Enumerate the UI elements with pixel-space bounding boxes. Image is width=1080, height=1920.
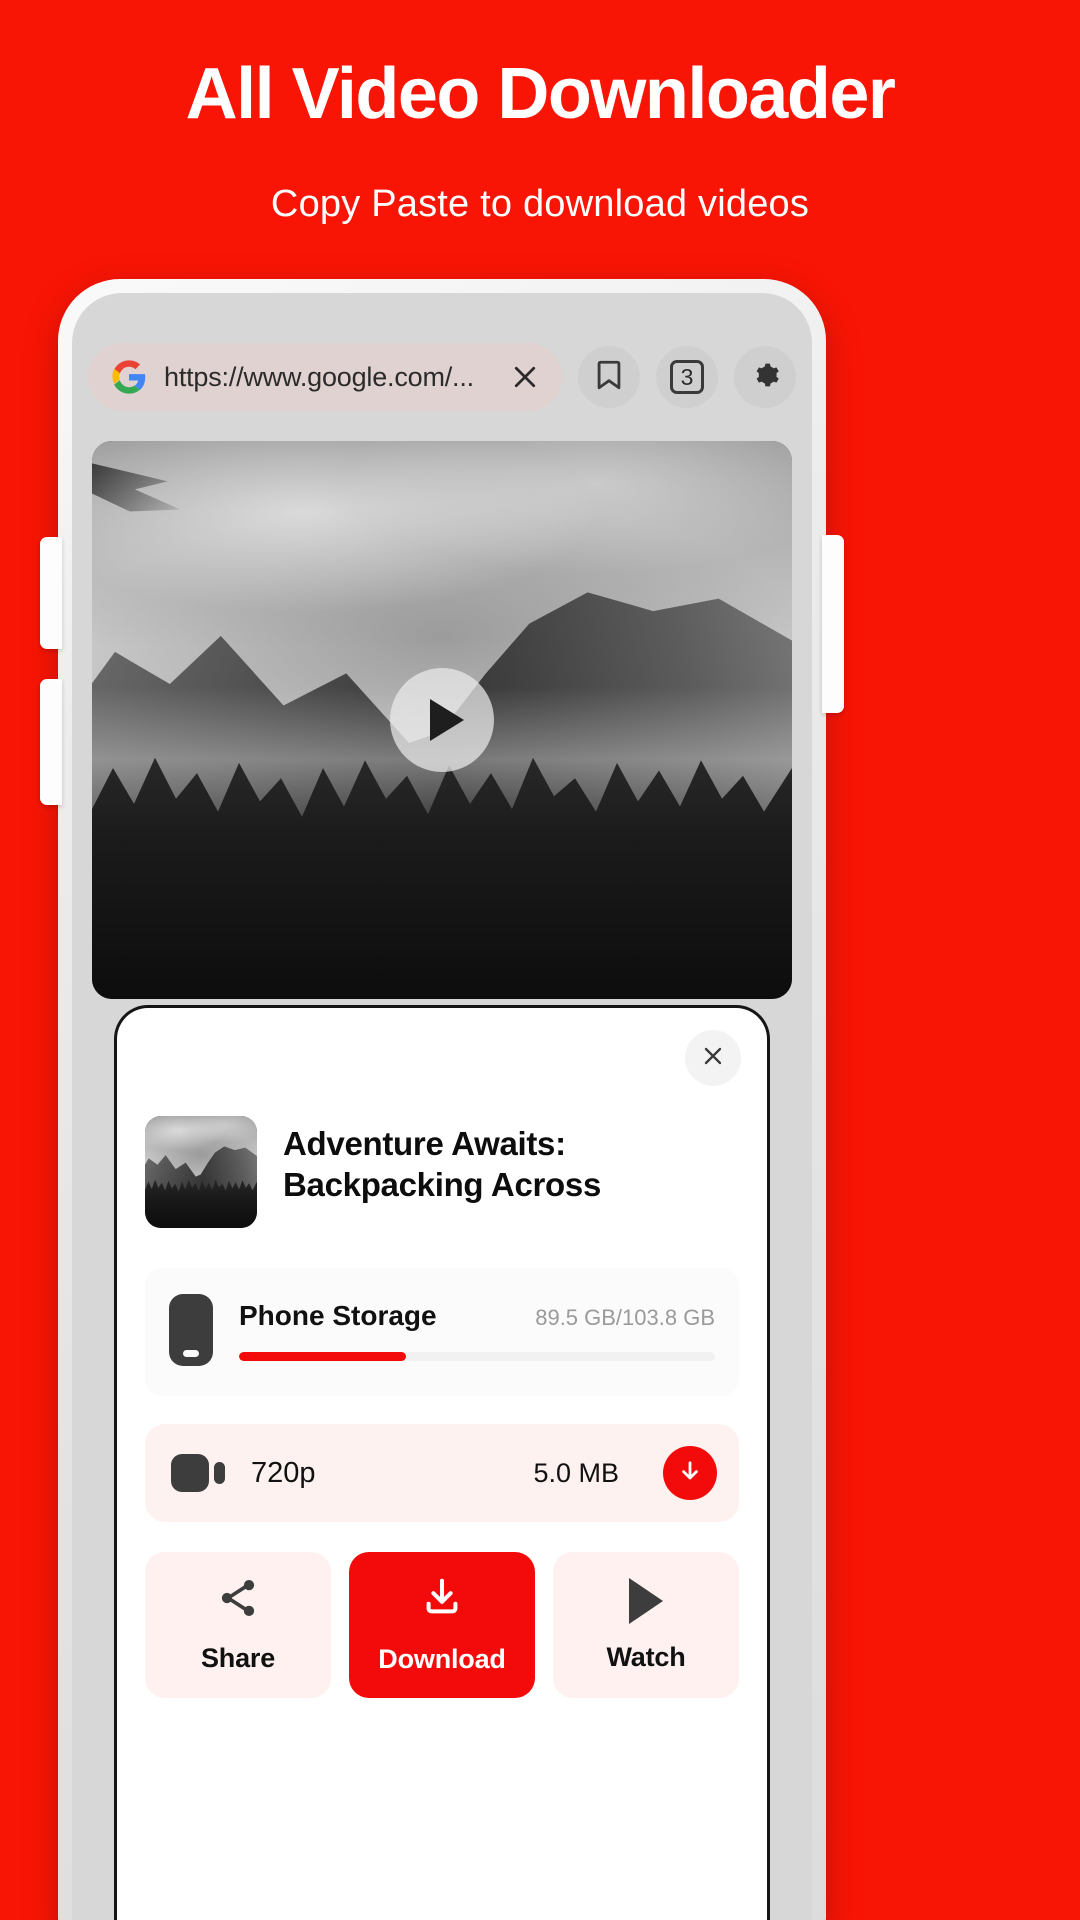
download-arrow-icon: [676, 1457, 704, 1490]
storage-value: 89.5 GB/103.8 GB: [535, 1304, 715, 1330]
storage-label: Phone Storage: [239, 1299, 437, 1331]
phone-icon: [169, 1294, 213, 1366]
share-icon: [216, 1576, 260, 1625]
download-icon: [419, 1575, 465, 1626]
google-g-icon: [112, 360, 146, 394]
phone-power-button[interactable]: [822, 535, 844, 713]
video-info-row: Adventure Awaits: Backpacking Across: [145, 1116, 739, 1228]
phone-mute-button[interactable]: [40, 537, 62, 649]
quality-row[interactable]: 720p 5.0 MB: [145, 1424, 739, 1522]
watch-label: Watch: [606, 1641, 686, 1672]
bookmark-button[interactable]: [578, 346, 640, 408]
storage-progress-fill: [239, 1351, 406, 1361]
quality-size: 5.0 MB: [533, 1457, 619, 1488]
play-button[interactable]: [390, 668, 494, 772]
close-icon[interactable]: [510, 362, 540, 392]
video-thumbnail: [145, 1116, 257, 1228]
phone-screen: https://www.google.com/... 3 Adventure A…: [72, 293, 812, 1920]
watch-button[interactable]: Watch: [553, 1552, 739, 1698]
share-label: Share: [200, 1643, 276, 1673]
url-text[interactable]: https://www.google.com/...: [164, 362, 492, 393]
video-preview[interactable]: [92, 441, 792, 999]
sheet-close-button[interactable]: [685, 1030, 741, 1086]
phone-mockup: https://www.google.com/... 3 Adventure A…: [40, 279, 844, 1920]
storage-section: Phone Storage 89.5 GB/103.8 GB: [145, 1268, 739, 1396]
browser-toolbar: https://www.google.com/... 3: [72, 335, 812, 419]
phone-volume-up-button[interactable]: [40, 679, 62, 805]
share-button[interactable]: Share: [145, 1552, 331, 1698]
storage-progress-bar: [239, 1351, 715, 1361]
tab-switcher-button[interactable]: 3: [656, 346, 718, 408]
download-bottom-sheet: Adventure Awaits: Backpacking Across Pho…: [114, 1005, 770, 1920]
quality-download-button[interactable]: [663, 1446, 717, 1500]
bookmark-icon: [592, 358, 626, 397]
promo-header: All Video Downloader Copy Paste to downl…: [0, 0, 1080, 226]
page-title: All Video Downloader: [185, 54, 896, 134]
video-camera-icon: [171, 1454, 225, 1492]
download-label: Download: [378, 1644, 506, 1674]
action-buttons: Share Download Watch: [145, 1552, 739, 1698]
url-bar[interactable]: https://www.google.com/...: [88, 343, 562, 411]
quality-label: 720p: [251, 1456, 316, 1489]
play-icon: [629, 1577, 663, 1624]
promo-subtitle: Copy Paste to download videos: [270, 182, 810, 225]
download-button[interactable]: Download: [349, 1552, 535, 1698]
video-title: Adventure Awaits: Backpacking Across: [283, 1125, 602, 1203]
tab-count-badge: 3: [670, 360, 704, 394]
close-icon: [699, 1042, 727, 1075]
gear-icon: [748, 358, 782, 397]
settings-button[interactable]: [734, 346, 796, 408]
play-icon: [429, 699, 464, 741]
